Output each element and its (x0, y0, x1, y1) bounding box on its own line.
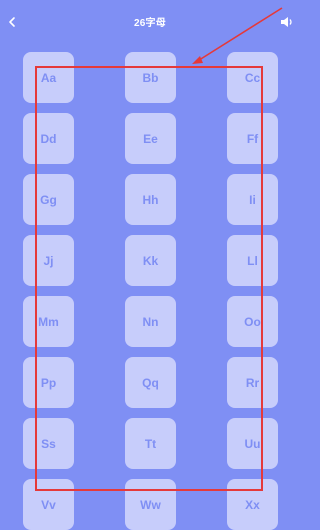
letter-tile-f[interactable]: Ff (227, 113, 278, 164)
letter-tile-h[interactable]: Hh (125, 174, 176, 225)
letter-tile-p[interactable]: Pp (23, 357, 74, 408)
letter-tile-u[interactable]: Uu (227, 418, 278, 469)
letter-tile-d[interactable]: Dd (23, 113, 74, 164)
letter-tile-x[interactable]: Xx (227, 479, 278, 530)
letter-tile-r[interactable]: Rr (227, 357, 278, 408)
letter-tile-c[interactable]: Cc (227, 52, 278, 103)
letter-tile-q[interactable]: Qq (125, 357, 176, 408)
letter-tile-a[interactable]: Aa (23, 52, 74, 103)
letter-tile-t[interactable]: Tt (125, 418, 176, 469)
sound-button[interactable] (278, 12, 296, 32)
letter-tile-o[interactable]: Oo (227, 296, 278, 347)
speaker-icon (281, 17, 292, 27)
letter-tile-l[interactable]: Ll (227, 235, 278, 286)
letter-tile-e[interactable]: Ee (125, 113, 176, 164)
letter-tile-m[interactable]: Mm (23, 296, 74, 347)
letter-tile-w[interactable]: Ww (125, 479, 176, 530)
letter-tile-j[interactable]: Jj (23, 235, 74, 286)
page-title: 26字母 (134, 18, 166, 29)
letter-tile-n[interactable]: Nn (125, 296, 176, 347)
letter-tile-b[interactable]: Bb (125, 52, 176, 103)
header-bar: 26字母 (0, 0, 300, 44)
letter-tile-s[interactable]: Ss (23, 418, 74, 469)
letter-tile-i[interactable]: Ii (227, 174, 278, 225)
letter-tile-v[interactable]: Vv (23, 479, 74, 530)
letter-tile-g[interactable]: Gg (23, 174, 74, 225)
letter-tile-k[interactable]: Kk (125, 235, 176, 286)
